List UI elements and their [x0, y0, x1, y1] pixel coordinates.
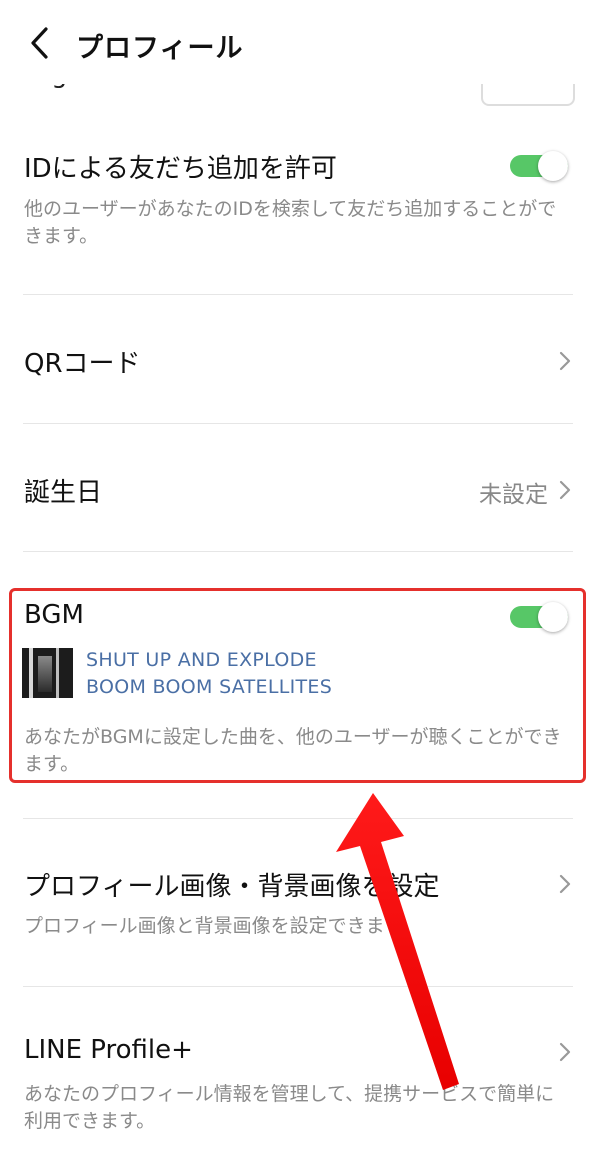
- bgm-artist-name[interactable]: BOOM BOOM SATELLITES: [86, 676, 332, 698]
- divider: [23, 423, 573, 424]
- chevron-right-icon: [559, 874, 571, 894]
- divider: [23, 986, 573, 987]
- chevron-right-icon: [559, 351, 571, 371]
- birthday-title: 誕生日: [24, 478, 103, 508]
- toggle-knob: [538, 151, 568, 181]
- line-profile-plus-title: LINE Profile+: [24, 1035, 193, 1065]
- back-arrow-icon[interactable]: [28, 26, 52, 60]
- profile-image-title: プロフィール画像・背景画像を設定: [24, 872, 440, 902]
- bgm-toggle[interactable]: [510, 602, 568, 632]
- bgm-song-title[interactable]: SHUT UP AND EXPLODE: [86, 649, 317, 671]
- chevron-right-icon: [559, 480, 571, 500]
- chevron-right-icon: [559, 1042, 571, 1062]
- page-title: プロフィール: [76, 33, 244, 64]
- id-search-toggle[interactable]: [510, 151, 568, 181]
- profile-image-description: プロフィール画像と背景画像を設定できます。: [24, 915, 421, 937]
- bgm-title: BGM: [24, 600, 84, 630]
- divider: [23, 294, 573, 295]
- id-search-description: 他のユーザーがあなたのIDを検索して友だち追加することができます。: [24, 198, 557, 247]
- header-bar: プロフィール: [0, 0, 600, 84]
- album-art[interactable]: [22, 648, 73, 698]
- birthday-value: 未設定: [479, 482, 548, 508]
- bgm-description: あなたがBGMに設定した曲を、他のユーザーが聴くことができます。: [24, 726, 562, 775]
- id-search-title: IDによる友だち追加を許可: [24, 154, 337, 184]
- qr-code-title: QRコード: [24, 349, 141, 379]
- line-profile-plus-description: あなたのプロフィール情報を管理して、提携サービスで簡単に利用できます。: [24, 1083, 555, 1132]
- divider: [23, 818, 573, 819]
- divider: [23, 551, 573, 552]
- toggle-knob: [538, 602, 568, 632]
